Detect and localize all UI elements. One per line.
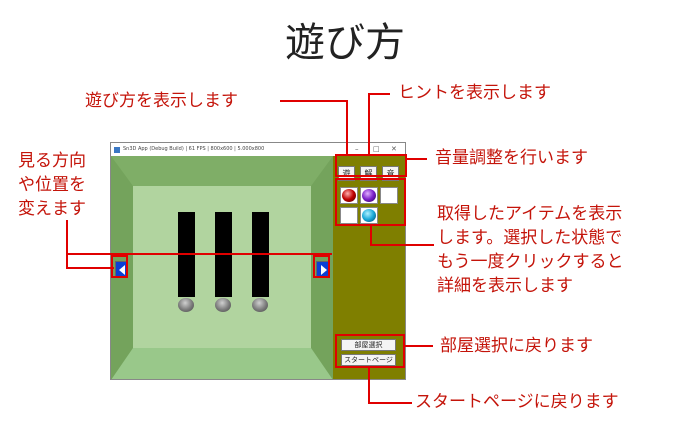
items-highlight (335, 178, 406, 226)
window-title: Sn3D App (Debug Build) | 61 FPS | 800x60… (123, 146, 265, 152)
callout-view-3: 変えます (18, 199, 86, 219)
callout-volume: 音量調整を行います (435, 148, 588, 168)
connector (405, 345, 433, 347)
sphere-switch[interactable] (178, 298, 194, 312)
callout-room: 部屋選択に戻ります (440, 336, 593, 356)
callout-items-2: します。選択した状態で (437, 228, 623, 248)
connector (368, 368, 370, 403)
callout-items-3: もう一度クリックすると (437, 252, 624, 272)
toolbar-highlight (335, 154, 407, 177)
sphere-switch[interactable] (215, 298, 231, 312)
right-arrow-highlight (313, 255, 330, 278)
callout-hint: ヒントを表示します (398, 83, 551, 103)
connector (407, 158, 427, 160)
page-title: 遊び方 (285, 20, 405, 66)
connector (66, 267, 114, 269)
connector (66, 253, 332, 255)
connector (368, 93, 370, 155)
app-icon (114, 147, 120, 153)
callout-howto: 遊び方を表示します (85, 91, 238, 111)
connector (368, 93, 390, 95)
callout-view-2: や位置を (18, 175, 86, 195)
callout-start: スタートページに戻ります (415, 392, 619, 412)
connector (370, 244, 434, 246)
connector (346, 100, 348, 155)
nav-highlight (335, 334, 405, 368)
room-scene[interactable] (111, 156, 333, 379)
sphere-switch[interactable] (252, 298, 268, 312)
connector (280, 100, 348, 102)
callout-items-4: 詳細を表示します (437, 276, 573, 296)
connector (368, 402, 412, 404)
callout-view-1: 見る方向 (18, 151, 86, 171)
callout-items-1: 取得したアイテムを表示 (437, 204, 623, 224)
connector (370, 226, 372, 246)
connector (66, 220, 68, 268)
